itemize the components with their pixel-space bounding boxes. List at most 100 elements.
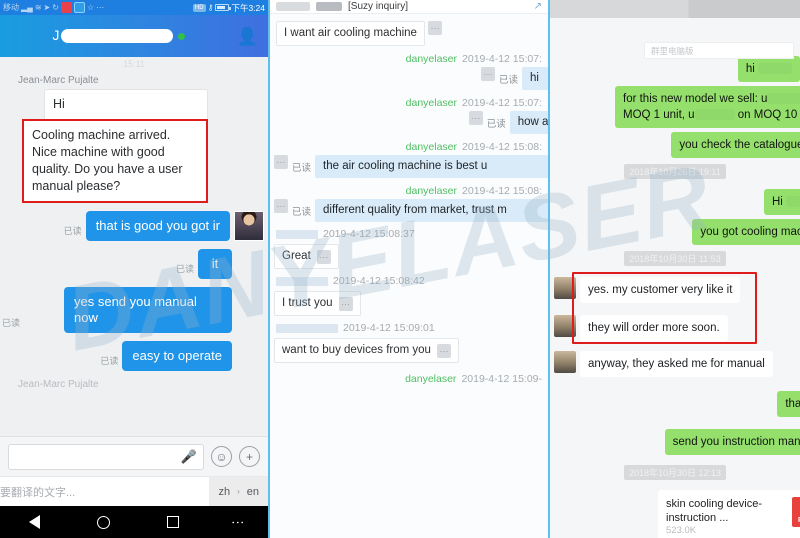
- bubble-incoming-highlighted[interactable]: want to buy devices from you ⋯: [274, 338, 459, 363]
- sender-name: danyelaser: [405, 185, 458, 197]
- more-options-icon[interactable]: ⋯: [274, 155, 288, 169]
- message-input[interactable]: 🎤: [8, 443, 204, 470]
- timestamp: 2019-4-12 15:09:01: [343, 322, 435, 334]
- star-icon: ☆: [86, 2, 95, 12]
- im-meta-1: danyelaser 2019-4-12 15:07:: [270, 46, 548, 66]
- bubble-text: Hi: [772, 196, 783, 208]
- bubble-outgoing-multiline[interactable]: for this new model we sell: u MOQ 1 unit…: [615, 86, 800, 128]
- external-link-icon[interactable]: ↗: [534, 1, 542, 12]
- timestamp: 2019-4-12 15:09-: [461, 373, 542, 385]
- translate-lang-to: en: [246, 485, 259, 498]
- file-card-top: skin cooling device-instruction ... 523.…: [666, 497, 800, 536]
- im-row-outgoing-1: ⋯ 已读 hi: [270, 66, 548, 90]
- bubble-outgoing[interactable]: hi: [522, 67, 548, 90]
- bubble-outgoing[interactable]: the air cooling machine is best u: [315, 155, 548, 178]
- bubble-text: hi: [745, 63, 755, 75]
- bubble-outgoing-1[interactable]: that is good you got ir: [85, 211, 230, 241]
- bubble-outgoing[interactable]: you check the catalogue for: [671, 132, 800, 158]
- bubble-outgoing[interactable]: send you instruction manual la: [664, 429, 800, 455]
- bubble-outgoing[interactable]: that is go: [777, 391, 800, 417]
- status-bar-right-icons: HD ⚷ 下午3:24: [192, 2, 265, 14]
- more-options-icon[interactable]: ⋯: [468, 111, 483, 125]
- wechat-row-out-5: you got cooling machin: [550, 215, 800, 245]
- sender-name: danyelaser: [405, 53, 458, 65]
- file-size: 523.0K: [666, 525, 697, 536]
- plus-icon[interactable]: +: [239, 446, 260, 467]
- phone-incoming-group: Hi Cooling machine arrived. Nice machine…: [22, 89, 208, 203]
- more-options-icon[interactable]: ⋯: [274, 199, 288, 213]
- bubble-outgoing-2[interactable]: it: [198, 249, 232, 279]
- phone-timestamp: 15:11: [123, 59, 145, 69]
- read-receipt: 已读: [2, 318, 21, 328]
- bubble-incoming-highlighted[interactable]: Cooling machine arrived. Nice machine wi…: [22, 119, 208, 203]
- wechat-message-list[interactable]: 群里电脑版 hi for this new model we sell: u M…: [550, 18, 800, 538]
- recents-icon[interactable]: [166, 516, 179, 528]
- smiley-icon[interactable]: ☺: [211, 446, 232, 467]
- app-notification-red-icon: [60, 2, 72, 13]
- phone-panel: 移动 ▂▄ ≋ ➤ ↻ ☆ ⋯ HD ⚷ 下午3:24 👤: [0, 0, 268, 538]
- bubble-incoming-highlighted[interactable]: they will order more soon.: [580, 315, 728, 341]
- signal-icon: ▂▄: [21, 2, 33, 12]
- translate-language-selector[interactable]: zh › en: [209, 476, 268, 507]
- timestamp: 2019-4-12 15:07:: [462, 97, 542, 109]
- bubble-text-line1: for this new model we sell: u: [623, 93, 768, 105]
- wechat-row-in-2: they will order more soon.: [550, 303, 800, 341]
- im-meta-3: danyelaser 2019-4-12 15:08:: [270, 134, 548, 154]
- bubble-incoming-highlighted[interactable]: yes. my customer very like it: [580, 277, 741, 303]
- im-meta-4: danyelaser 2019-4-12 15:08:: [270, 178, 548, 198]
- bubble-outgoing[interactable]: hi: [737, 56, 800, 82]
- more-options-icon[interactable]: ⋯: [427, 21, 442, 35]
- profile-icon[interactable]: 👤: [237, 28, 258, 45]
- redacted-content: [758, 63, 792, 75]
- home-icon[interactable]: [96, 515, 110, 529]
- bubble-incoming-hi[interactable]: Hi: [44, 89, 208, 119]
- system-timestamp: 2018年10月30日 11:53: [624, 251, 726, 266]
- wechat-row-out-4: Hi: [550, 185, 800, 215]
- wifi-icon: ≋: [34, 2, 42, 12]
- more-options-icon[interactable]: ⋯: [480, 67, 495, 81]
- bubble-incoming-highlighted[interactable]: Great ⋯: [274, 244, 339, 269]
- phone-chat-scroll[interactable]: 15:11 Jean-Marc Pujalte Hi Cooling machi…: [0, 57, 268, 436]
- redacted-content: [767, 93, 800, 105]
- bubble-outgoing[interactable]: Hi: [764, 189, 800, 215]
- desktop-im-panel: [Suzy inquiry] ↗ I want air cooling mach…: [268, 0, 548, 538]
- im-row-incoming-4: want to buy devices from you ⋯: [270, 335, 548, 363]
- more-options-icon[interactable]: ⋯: [436, 343, 451, 358]
- bubble-outgoing-4[interactable]: easy to operate: [122, 341, 232, 371]
- contact-redacted-2: [316, 2, 342, 11]
- wechat-header-redacted: [550, 0, 800, 18]
- sender-name: danyelaser: [405, 141, 458, 153]
- file-attachment-card[interactable]: skin cooling device-instruction ... 523.…: [658, 490, 800, 538]
- bubble-outgoing[interactable]: how are yo: [509, 111, 548, 134]
- bubble-outgoing-3[interactable]: yes send you manual now: [64, 287, 232, 333]
- avatar: [554, 351, 576, 373]
- bubble-text: Great: [282, 250, 311, 262]
- redacted-content: [694, 109, 735, 121]
- more-notifications-icon: ⋯: [96, 2, 105, 12]
- wechat-search-field[interactable]: 群里电脑版: [644, 42, 794, 59]
- chevron-right-icon: ›: [237, 487, 240, 496]
- timestamp: 2019-4-12 15:08:42: [333, 275, 425, 287]
- bubble-outgoing[interactable]: you got cooling machin: [692, 219, 800, 245]
- bubble-incoming[interactable]: I want air cooling machine: [276, 21, 425, 46]
- system-timestamp: 2018年10月30日 12:13: [623, 465, 727, 480]
- microphone-icon[interactable]: 🎤: [181, 449, 197, 465]
- bubble-incoming-highlighted[interactable]: I trust you ⋯: [274, 291, 361, 316]
- im-meta-2: danyelaser 2019-4-12 15:07:: [270, 90, 548, 110]
- timestamp: 2019-4-12 15:08:37: [323, 228, 415, 240]
- wechat-row-out-2: for this new model we sell: u MOQ 1 unit…: [550, 82, 800, 128]
- bubble-incoming[interactable]: anyway, they asked me for manual: [580, 351, 773, 377]
- more-options-icon[interactable]: ⋯: [316, 249, 331, 264]
- pdf-file-icon: PDF: [792, 497, 800, 527]
- back-icon[interactable]: [28, 515, 40, 529]
- app-notification-blue-icon: [73, 2, 85, 13]
- more-dots-icon[interactable]: ⋮: [231, 516, 246, 529]
- hd-badge-icon: HD: [192, 3, 206, 12]
- redacted-content: [786, 196, 800, 208]
- bubble-outgoing[interactable]: different quality from market, trust m: [315, 199, 548, 222]
- more-options-icon[interactable]: ⋯: [338, 296, 353, 311]
- translate-input[interactable]: 要翻译的文字...: [0, 484, 209, 500]
- im-message-list[interactable]: I want air cooling machine ⋯ danyelaser …: [270, 14, 548, 538]
- wechat-panel: 群里电脑版 hi for this new model we sell: u M…: [548, 0, 800, 538]
- phone-sender-name-bottom: Jean-Marc Pujalte: [18, 379, 99, 390]
